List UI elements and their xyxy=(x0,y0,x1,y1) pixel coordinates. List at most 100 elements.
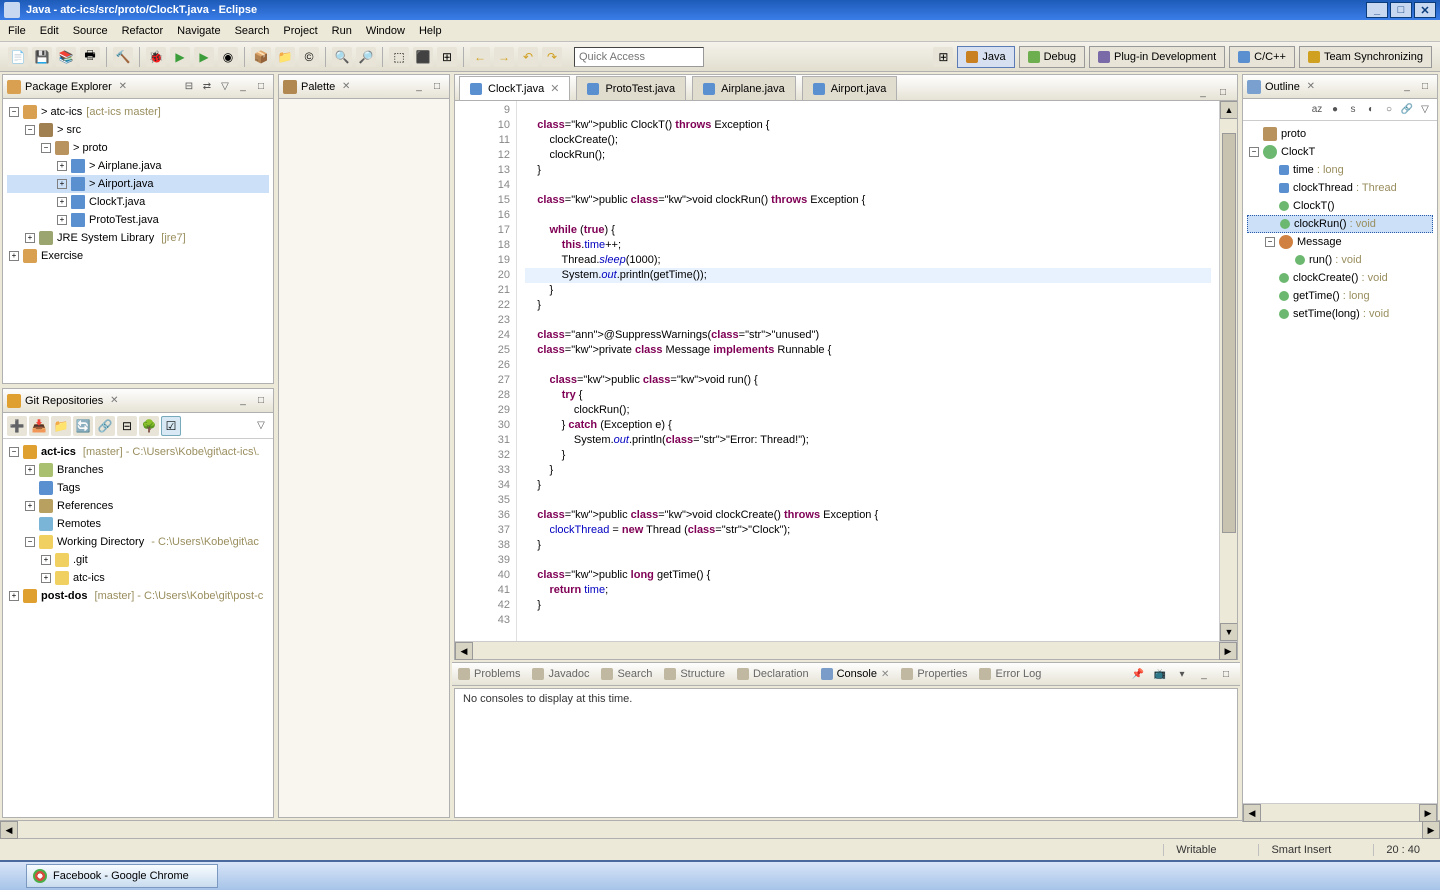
scroll-left-arrow[interactable]: ◀ xyxy=(1243,804,1261,822)
quick-access-input[interactable] xyxy=(574,47,704,67)
expander-icon[interactable]: + xyxy=(41,573,51,583)
outline-field[interactable]: time : long xyxy=(1247,161,1433,179)
nav-back-button[interactable]: ← xyxy=(470,47,490,67)
tree-package[interactable]: − > proto xyxy=(7,139,269,157)
javadoc-tab[interactable]: Javadoc xyxy=(532,668,589,680)
new-button[interactable]: 📄 xyxy=(8,47,28,67)
nav-last-button[interactable]: ↶ xyxy=(518,47,538,67)
properties-tab[interactable]: Properties xyxy=(901,668,967,680)
tree-branches[interactable]: + Branches xyxy=(7,461,269,479)
menu-file[interactable]: File xyxy=(8,25,26,37)
view-close-button[interactable]: ✕ xyxy=(116,80,130,94)
run-button[interactable]: ▶ xyxy=(170,47,190,67)
expander-icon[interactable]: − xyxy=(9,447,19,457)
scroll-right-arrow[interactable]: ▶ xyxy=(1419,804,1437,822)
outline-method[interactable]: clockCreate() : void xyxy=(1247,269,1433,287)
collapse-all-button[interactable]: ⊟ xyxy=(181,79,197,95)
outline-method[interactable]: setTime(long) : void xyxy=(1247,305,1433,323)
tree-project[interactable]: + Exercise xyxy=(7,247,269,265)
editor-tab-clockt[interactable]: ClockT.java ✕ xyxy=(459,76,570,100)
new-class-button[interactable]: © xyxy=(299,47,319,67)
view-close-button[interactable]: ✕ xyxy=(339,80,353,94)
tab-close-button[interactable]: ✕ xyxy=(550,82,559,95)
menu-edit[interactable]: Edit xyxy=(40,25,59,37)
maximize-view-button[interactable]: □ xyxy=(253,79,269,95)
tree-project[interactable]: − > atc-ics[act-ics master] xyxy=(7,103,269,121)
expander-icon[interactable]: − xyxy=(25,537,35,547)
tab-close-button[interactable]: ✕ xyxy=(881,669,889,680)
coverage-button[interactable]: ◉ xyxy=(218,47,238,67)
toggle-btn-1[interactable]: ⬚ xyxy=(389,47,409,67)
git-link-button[interactable]: 🔗 xyxy=(95,416,115,436)
open-type-button[interactable]: 🔍 xyxy=(332,47,352,67)
toggle-btn-2[interactable]: ⬛ xyxy=(413,47,433,67)
error-log-tab[interactable]: Error Log xyxy=(979,668,1041,680)
scroll-down-arrow[interactable]: ▼ xyxy=(1220,623,1237,641)
menu-navigate[interactable]: Navigate xyxy=(177,25,220,37)
expander-icon[interactable]: + xyxy=(9,251,19,261)
tree-repo[interactable]: − act-ics [master] - C:\Users\Kobe\git\a… xyxy=(7,443,269,461)
view-close-button[interactable]: ✕ xyxy=(1304,80,1318,94)
tree-java-file[interactable]: + ClockT.java xyxy=(7,193,269,211)
editor-tab-airplane[interactable]: Airplane.java xyxy=(692,76,796,100)
tree-java-file[interactable]: + > Airplane.java xyxy=(7,157,269,175)
view-menu-button[interactable]: ▽ xyxy=(1417,102,1433,118)
display-console-button[interactable]: 📺 xyxy=(1152,666,1168,682)
editor-tab-airport[interactable]: Airport.java xyxy=(802,76,898,100)
new-package-button[interactable]: 📁 xyxy=(275,47,295,67)
minimize-view-button[interactable]: _ xyxy=(1399,79,1415,95)
tree-jre[interactable]: + JRE System Library [jre7] xyxy=(7,229,269,247)
close-button[interactable]: ✕ xyxy=(1414,2,1436,18)
maximize-editor-button[interactable]: □ xyxy=(1215,84,1231,100)
tree-folder[interactable]: + atc-ics xyxy=(7,569,269,587)
maximize-view-button[interactable]: □ xyxy=(253,393,269,409)
scroll-right-arrow[interactable]: ▶ xyxy=(1422,821,1440,839)
focus-button[interactable]: 🔗 xyxy=(1399,102,1415,118)
expander-icon[interactable]: + xyxy=(41,555,51,565)
outline-method[interactable]: clockRun() : void xyxy=(1247,215,1433,233)
expander-icon[interactable]: + xyxy=(25,233,35,243)
menu-source[interactable]: Source xyxy=(73,25,108,37)
git-add-button[interactable]: ➕ xyxy=(7,416,27,436)
scroll-thumb[interactable] xyxy=(1222,133,1236,533)
editor-tab-prototest[interactable]: ProtoTest.java xyxy=(576,76,686,100)
scroll-left-arrow[interactable]: ◀ xyxy=(455,642,473,660)
search-tab[interactable]: Search xyxy=(601,668,652,680)
search-button[interactable]: 🔎 xyxy=(356,47,376,67)
outline-inner-class[interactable]: − Message xyxy=(1247,233,1433,251)
build-button[interactable]: 🔨 xyxy=(113,47,133,67)
hide-static-button[interactable]: s xyxy=(1345,102,1361,118)
declaration-tab[interactable]: Declaration xyxy=(737,668,809,680)
nav-forward-button[interactable]: → xyxy=(494,47,514,67)
outline-package[interactable]: proto xyxy=(1247,125,1433,143)
menu-window[interactable]: Window xyxy=(366,25,405,37)
expander-icon[interactable]: + xyxy=(25,465,35,475)
menu-refactor[interactable]: Refactor xyxy=(122,25,164,37)
scroll-left-arrow[interactable]: ◀ xyxy=(0,821,18,839)
nav-next-button[interactable]: ↷ xyxy=(542,47,562,67)
save-button[interactable]: 💾 xyxy=(32,47,52,67)
editor-body[interactable]: 9101112131415161718192021222324252627282… xyxy=(455,101,1237,641)
minimize-editor-button[interactable]: _ xyxy=(1195,84,1211,100)
tree-tags[interactable]: Tags xyxy=(7,479,269,497)
outline-constructor[interactable]: ClockT() xyxy=(1247,197,1433,215)
scroll-up-arrow[interactable]: ▲ xyxy=(1220,101,1237,119)
tree-repo[interactable]: + post-dos [master] - C:\Users\Kobe\git\… xyxy=(7,587,269,605)
view-menu-button[interactable]: ▽ xyxy=(253,418,269,434)
vertical-scrollbar[interactable]: ▲ ▼ xyxy=(1219,101,1237,641)
hide-non-public-button[interactable]: ◐ xyxy=(1363,102,1379,118)
view-menu-button[interactable]: ▽ xyxy=(217,79,233,95)
expander-icon[interactable]: + xyxy=(57,215,67,225)
tree-references[interactable]: + References xyxy=(7,497,269,515)
toggle-btn-3[interactable]: ⊞ xyxy=(437,47,457,67)
expander-icon[interactable]: − xyxy=(41,143,51,153)
menu-search[interactable]: Search xyxy=(235,25,270,37)
minimize-button[interactable]: _ xyxy=(1366,2,1388,18)
maximize-button[interactable]: □ xyxy=(1390,2,1412,18)
tree-java-file[interactable]: + > Airport.java xyxy=(7,175,269,193)
expander-icon[interactable]: + xyxy=(57,161,67,171)
hide-local-button[interactable]: ○ xyxy=(1381,102,1397,118)
run-last-button[interactable]: ▶ xyxy=(194,47,214,67)
console-tab[interactable]: Console✕ xyxy=(821,668,890,680)
tree-src-folder[interactable]: − > src xyxy=(7,121,269,139)
